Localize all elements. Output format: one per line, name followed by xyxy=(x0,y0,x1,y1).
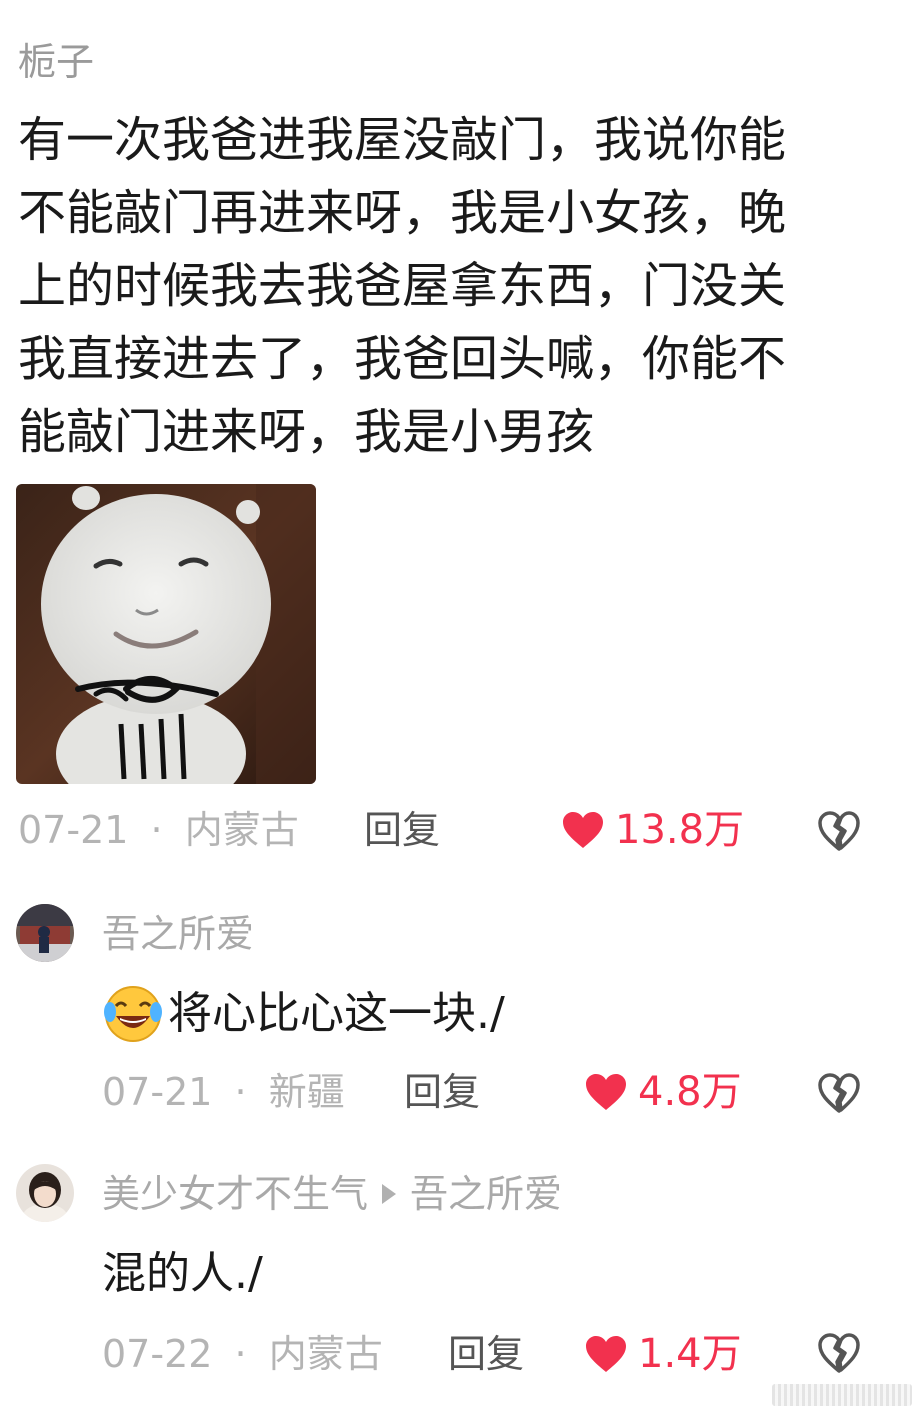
main-comment-author[interactable]: 栀子 xyxy=(18,38,94,86)
reply-text-content: 混的人./ xyxy=(102,1248,263,1299)
comment-location: 内蒙古 xyxy=(184,808,299,852)
like-button[interactable]: 13.8万 xyxy=(561,806,744,854)
reply-meta: 07-22 · 内蒙古 xyxy=(102,1330,383,1378)
watermark-strip xyxy=(772,1384,912,1406)
heart-icon xyxy=(586,1074,626,1110)
avatar[interactable] xyxy=(16,1164,74,1222)
meta-separator: · xyxy=(234,1070,247,1114)
comment-date: 07-22 xyxy=(102,1332,213,1376)
reply-author[interactable]: 吾之所爱 xyxy=(102,910,254,958)
broken-heart-icon xyxy=(818,811,860,851)
heart-icon xyxy=(563,812,603,848)
avatar-image xyxy=(16,1164,74,1222)
comment-location: 内蒙古 xyxy=(268,1332,383,1376)
like-count: 13.8万 xyxy=(615,807,745,853)
meme-image[interactable] xyxy=(16,484,316,784)
reply-text-content: 将心比心这一块./ xyxy=(168,988,505,1039)
reply-to-arrow-icon xyxy=(382,1184,397,1204)
like-button[interactable]: 4.8万 xyxy=(584,1068,742,1116)
comment-location: 新疆 xyxy=(268,1070,345,1114)
laughing-crying-emoji-icon xyxy=(104,986,162,1042)
reply-button[interactable]: 回复 xyxy=(448,1330,524,1378)
avatar-image xyxy=(16,904,74,962)
meta-separator: · xyxy=(234,1332,247,1376)
dislike-button[interactable] xyxy=(817,810,861,852)
main-comment-line: 能敲门进来呀，我是小男孩 xyxy=(18,404,595,460)
dislike-button[interactable] xyxy=(817,1332,861,1374)
reply-meta: 07-21 · 新疆 xyxy=(102,1068,345,1116)
comment-date: 07-21 xyxy=(102,1070,213,1114)
reply-text: 混的人./ xyxy=(102,1246,263,1302)
reply-text: 将心比心这一块./ xyxy=(102,984,505,1044)
avatar[interactable] xyxy=(16,904,74,962)
meme-sticker-graphic xyxy=(16,484,316,784)
like-count: 1.4万 xyxy=(638,1331,742,1377)
main-comment-meta: 07-21 · 内蒙古 xyxy=(18,806,299,854)
broken-heart-icon xyxy=(818,1073,860,1113)
meta-separator: · xyxy=(150,808,163,852)
main-comment-line: 上的时候我去我爸屋拿东西，门没关 xyxy=(18,258,787,314)
like-count: 4.8万 xyxy=(638,1069,742,1115)
like-button[interactable]: 1.4万 xyxy=(584,1330,742,1378)
reply-author-name: 美少女才不生气 xyxy=(102,1172,369,1216)
reply-author[interactable]: 美少女才不生气 吾之所爱 xyxy=(102,1170,562,1218)
comment-date: 07-21 xyxy=(18,808,129,852)
reply-author-name: 吾之所爱 xyxy=(102,912,255,956)
reply-button[interactable]: 回复 xyxy=(364,806,440,854)
reply-to-name[interactable]: 吾之所爱 xyxy=(410,1170,562,1218)
main-comment-text: 有一次我爸进我屋没敲门，我说你能 不能敲门再进来呀，我是小女孩，晚 上的时候我去… xyxy=(18,104,878,469)
heart-icon xyxy=(586,1336,626,1372)
main-comment-line: 不能敲门再进来呀，我是小女孩，晚 xyxy=(18,185,787,241)
broken-heart-icon xyxy=(818,1333,860,1373)
main-comment-line: 有一次我爸进我屋没敲门，我说你能 xyxy=(18,112,787,168)
reply-button[interactable]: 回复 xyxy=(404,1068,480,1116)
main-comment-line: 我直接进去了，我爸回头喊，你能不 xyxy=(18,331,787,387)
dislike-button[interactable] xyxy=(817,1072,861,1114)
